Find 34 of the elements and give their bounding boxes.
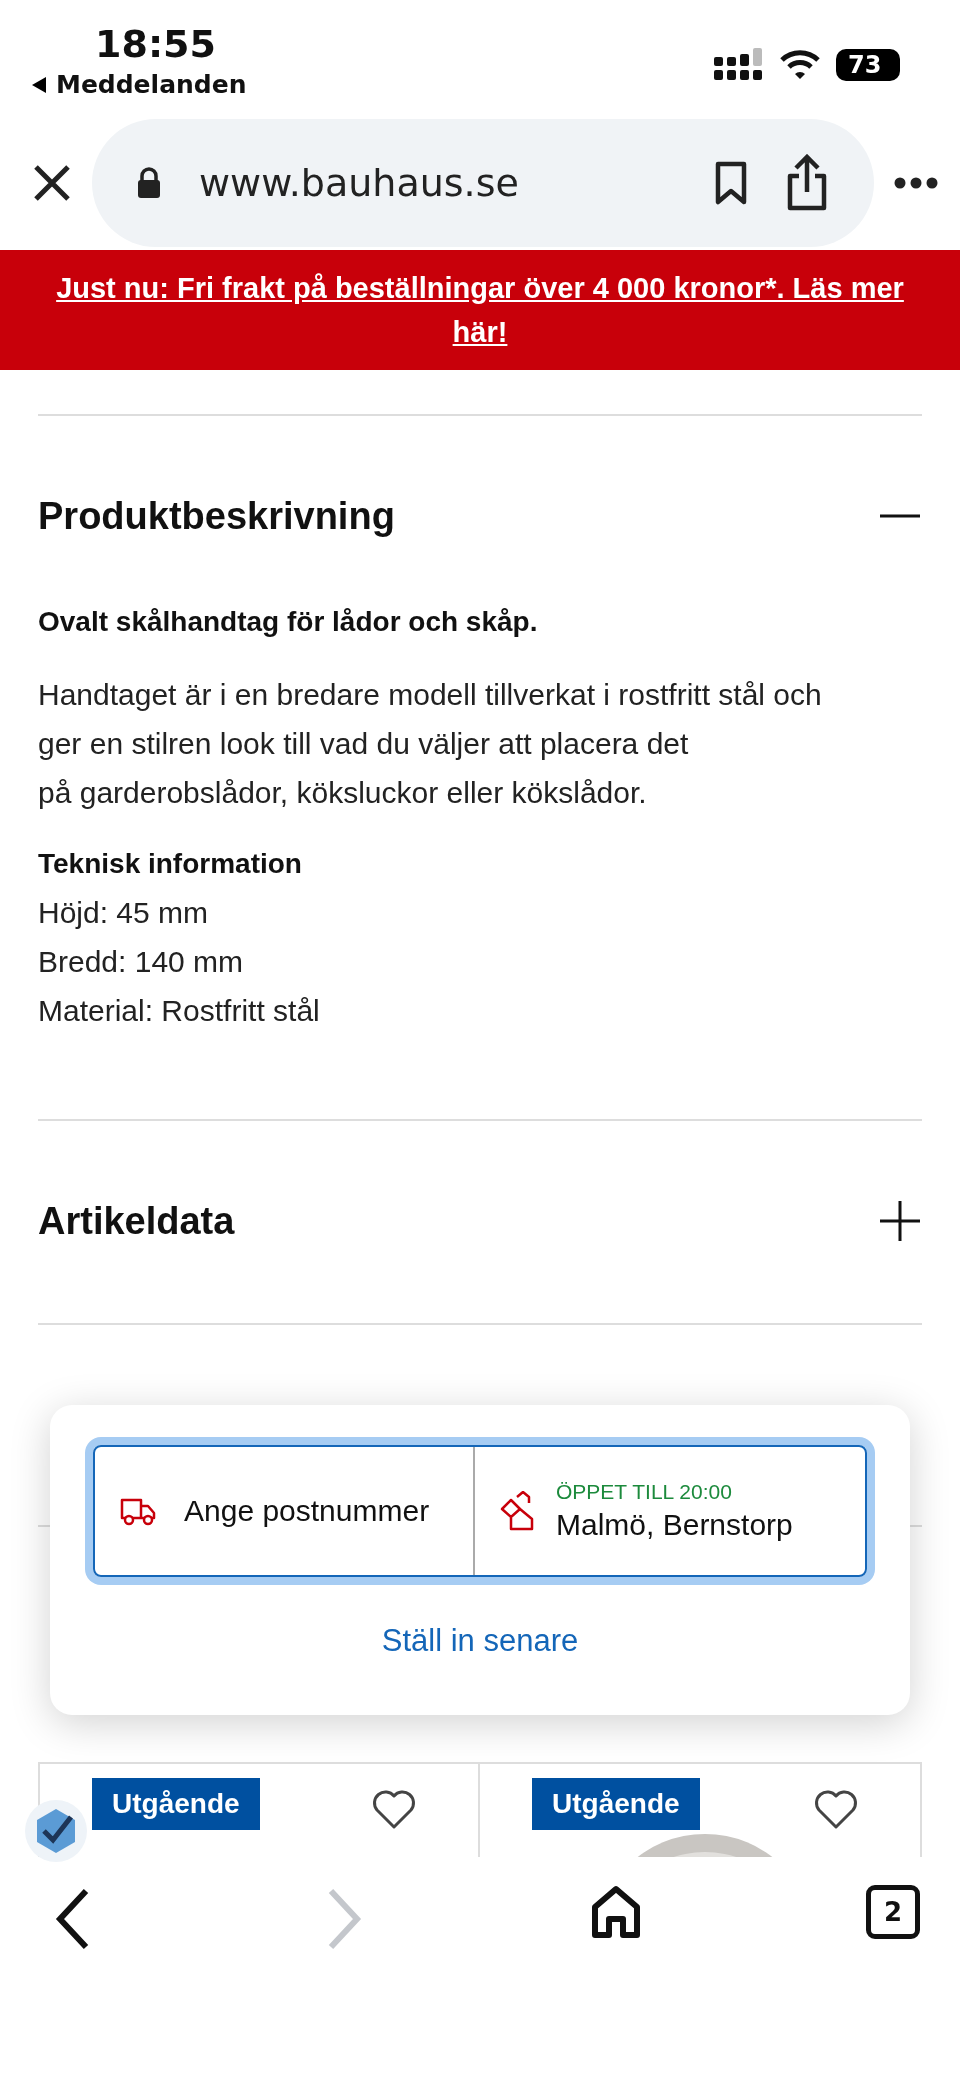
more-icon[interactable] <box>894 176 938 189</box>
lead-text: Ovalt skålhandtag för lådor och skåp. <box>38 605 539 639</box>
tabs-button[interactable]: 2 <box>865 1885 920 1939</box>
status-badge: Utgående <box>532 1778 700 1830</box>
back-to-app-link[interactable]: Meddelanden <box>30 70 247 99</box>
address-bar[interactable]: www.bauhaus.se <box>92 118 874 247</box>
status-badge: Utgående <box>92 1778 260 1830</box>
home-icon[interactable] <box>591 1885 642 1939</box>
spec-line: Höjd: 45 mm <box>38 895 210 931</box>
clock-time: 18:55 <box>95 22 216 66</box>
back-triangle-icon <box>30 75 48 94</box>
share-icon[interactable] <box>785 153 829 212</box>
store-button[interactable]: ÖPPET TILL 20:00 Malmö, Bernstorp <box>475 1447 818 1575</box>
expand-icon[interactable] <box>878 1199 922 1243</box>
url-text: www.bauhaus.se <box>199 160 520 205</box>
truck-icon <box>120 1496 156 1526</box>
specs-title: Teknisk information <box>38 847 303 881</box>
verified-badge-icon[interactable] <box>24 1799 88 1863</box>
houses-icon <box>500 1491 534 1531</box>
battery-level: 73 <box>836 48 900 81</box>
heart-icon[interactable] <box>372 1790 416 1830</box>
section-title[interactable]: Artikeldata <box>38 1200 235 1242</box>
spec-line: Material: Rostfritt stål <box>38 993 321 1029</box>
lock-icon <box>137 166 161 199</box>
spec-line: Bredd: 140 mm <box>38 944 245 980</box>
wifi-icon <box>780 49 820 80</box>
close-icon[interactable] <box>32 162 72 203</box>
heart-icon[interactable] <box>814 1790 858 1830</box>
bookmark-icon[interactable] <box>715 160 747 205</box>
section-title[interactable]: Produktbeskrivning <box>38 495 395 537</box>
signal-icon <box>714 47 764 82</box>
set-later-link[interactable]: Ställ in senare <box>381 1623 579 1659</box>
description-text: Handtaget är i en bredare modell tillverkat i rostfritt stål och ger en stilren look till vad du väljer att placera det på garderobslådor, köksluckor eller kökslådor. <box>38 677 823 811</box>
postcode-button[interactable]: Ange postnummer <box>95 1447 475 1575</box>
